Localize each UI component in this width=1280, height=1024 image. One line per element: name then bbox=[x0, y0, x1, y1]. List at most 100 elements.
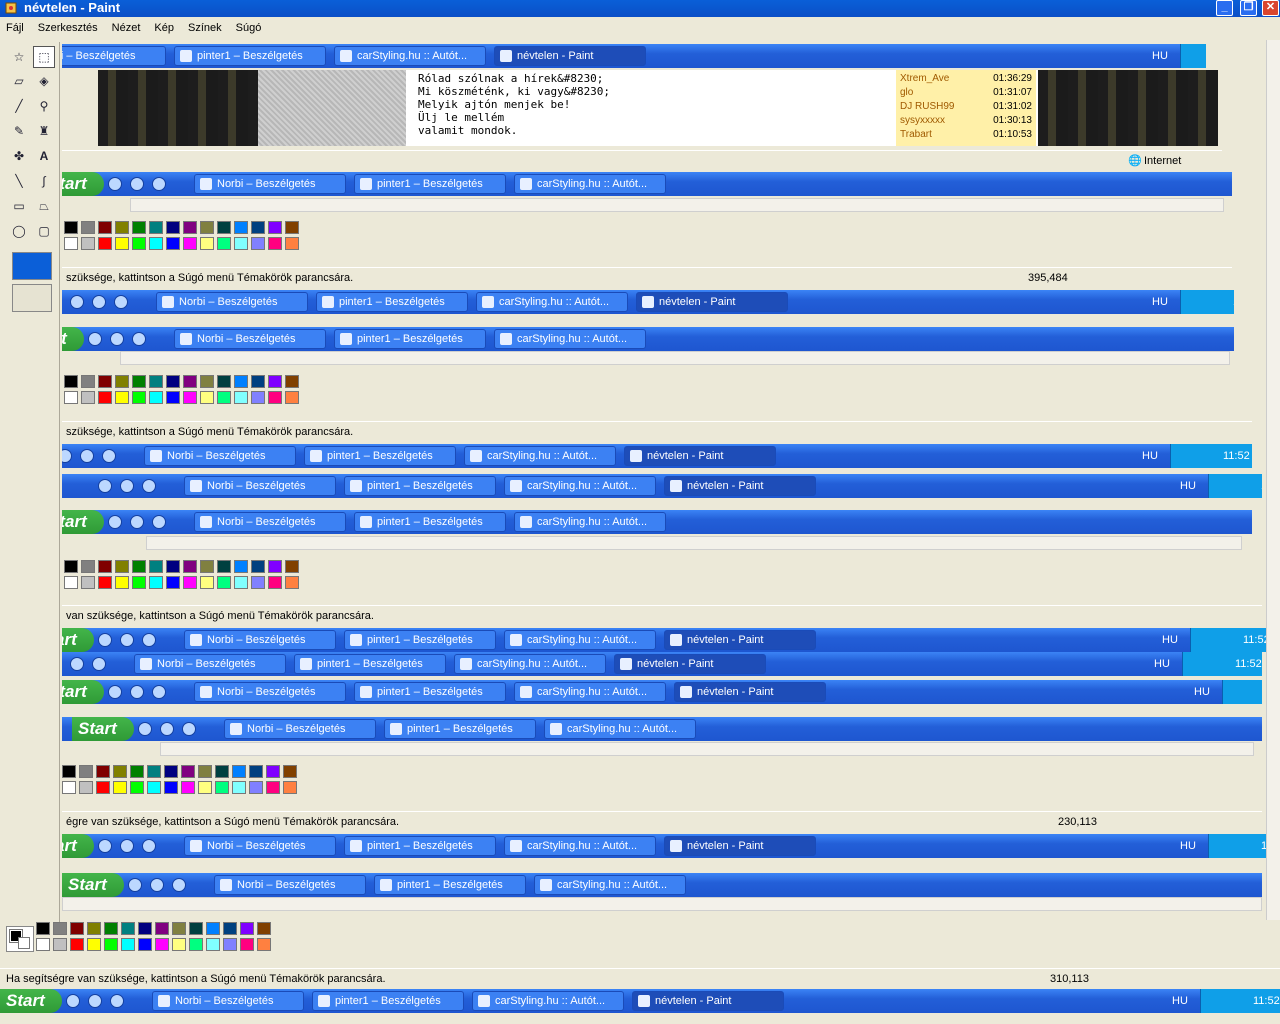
taskbar-task[interactable]: pinter1 – Beszélgetés bbox=[374, 875, 526, 895]
palette-color[interactable] bbox=[217, 375, 231, 388]
taskbar-task[interactable]: névtelen - Paint bbox=[624, 446, 776, 466]
ie-icon[interactable] bbox=[98, 839, 112, 853]
taskbar-task[interactable]: carStyling.hu :: Autót... bbox=[504, 836, 656, 856]
curve-icon[interactable]: ∫ bbox=[33, 170, 55, 192]
palette-color[interactable] bbox=[64, 391, 78, 404]
start-button[interactable]: Start bbox=[72, 717, 134, 741]
ie-icon[interactable] bbox=[98, 479, 112, 493]
palette-color[interactable] bbox=[285, 221, 299, 234]
browser-icon[interactable] bbox=[110, 332, 124, 346]
palette-color[interactable] bbox=[147, 765, 161, 778]
minimize-button[interactable]: _ bbox=[1216, 0, 1233, 16]
palette-color[interactable] bbox=[149, 221, 163, 234]
taskbar-task[interactable]: pinter1 – Beszélgetés bbox=[344, 630, 496, 650]
messenger-icon[interactable] bbox=[152, 515, 166, 529]
palette-color[interactable] bbox=[164, 765, 178, 778]
palette-color[interactable] bbox=[249, 781, 263, 794]
browser-icon[interactable] bbox=[130, 685, 144, 699]
taskbar-task[interactable]: Norbi – Beszélgetés bbox=[184, 476, 336, 496]
palette-color[interactable] bbox=[257, 922, 271, 935]
palette-color[interactable] bbox=[251, 237, 265, 250]
palette-color[interactable] bbox=[251, 391, 265, 404]
palette-color[interactable] bbox=[283, 781, 297, 794]
text-tool-icon[interactable]: A bbox=[33, 145, 55, 167]
palette-color[interactable] bbox=[62, 765, 76, 778]
palette-color[interactable] bbox=[240, 922, 254, 935]
taskbar-task[interactable]: névtelen - Paint bbox=[494, 46, 646, 66]
taskbar-task[interactable]: Norbi – Beszélgetés bbox=[184, 630, 336, 650]
language-indicator[interactable]: HU bbox=[1180, 474, 1196, 498]
list-item[interactable]: Xtrem_Ave 01:36:29 bbox=[900, 72, 1032, 86]
palette-color[interactable] bbox=[172, 938, 186, 951]
palette-color[interactable] bbox=[64, 375, 78, 388]
menu-help[interactable]: Súgó bbox=[236, 22, 262, 34]
taskbar-task[interactable]: Norbi – Beszélgetés bbox=[152, 991, 304, 1011]
language-indicator[interactable]: HU bbox=[1194, 680, 1210, 704]
list-item[interactable]: Trabart 01:10:53 bbox=[900, 128, 1032, 142]
ie-icon[interactable] bbox=[108, 685, 122, 699]
messenger-icon[interactable] bbox=[172, 878, 186, 892]
taskbar-task[interactable]: carStyling.hu :: Autót... bbox=[464, 446, 616, 466]
ie-icon[interactable] bbox=[88, 332, 102, 346]
taskbar-task[interactable]: névtelen - Paint bbox=[674, 682, 826, 702]
language-indicator[interactable]: HU bbox=[1152, 44, 1168, 68]
palette-color[interactable] bbox=[200, 576, 214, 589]
palette-color[interactable] bbox=[232, 781, 246, 794]
taskbar-task[interactable]: pinter1 – Beszélgetés bbox=[354, 512, 506, 532]
messenger-icon[interactable] bbox=[152, 685, 166, 699]
browser-icon[interactable] bbox=[88, 994, 102, 1008]
taskbar-task[interactable]: Norbi – Beszélgetés bbox=[156, 292, 308, 312]
palette-color[interactable] bbox=[115, 391, 129, 404]
palette-color[interactable] bbox=[113, 765, 127, 778]
ie-icon[interactable] bbox=[98, 633, 112, 647]
menu-file[interactable]: Fájl bbox=[6, 22, 24, 34]
palette-color[interactable] bbox=[249, 765, 263, 778]
palette-color[interactable] bbox=[115, 237, 129, 250]
taskbar-task[interactable]: névtelen - Paint bbox=[664, 476, 816, 496]
start-button[interactable]: Start bbox=[62, 172, 104, 196]
palette-color[interactable] bbox=[217, 576, 231, 589]
palette-color[interactable] bbox=[149, 576, 163, 589]
palette-color[interactable] bbox=[251, 221, 265, 234]
palette-color[interactable] bbox=[36, 922, 50, 935]
palette-color[interactable] bbox=[115, 576, 129, 589]
palette-color[interactable] bbox=[36, 938, 50, 951]
palette-color[interactable] bbox=[104, 922, 118, 935]
taskbar-task[interactable]: pinter1 – Beszélgetés bbox=[316, 292, 468, 312]
ie-icon[interactable] bbox=[138, 722, 152, 736]
palette-color[interactable] bbox=[240, 938, 254, 951]
language-indicator[interactable]: HU bbox=[1152, 290, 1168, 314]
palette-color[interactable] bbox=[285, 375, 299, 388]
palette-color[interactable] bbox=[87, 922, 101, 935]
taskbar-task[interactable]: Norbi – Beszélgetés bbox=[194, 512, 346, 532]
palette-color[interactable] bbox=[81, 375, 95, 388]
palette-color[interactable] bbox=[98, 576, 112, 589]
palette-color[interactable] bbox=[268, 375, 282, 388]
line-icon[interactable]: ╲ bbox=[8, 170, 30, 192]
taskbar-task[interactable]: Norbi – Beszélgetés bbox=[174, 329, 326, 349]
palette-color[interactable] bbox=[234, 237, 248, 250]
palette-color[interactable] bbox=[223, 938, 237, 951]
free-select-icon[interactable]: ☆ bbox=[8, 46, 30, 68]
browser-icon[interactable] bbox=[130, 515, 144, 529]
browser-icon[interactable] bbox=[160, 722, 174, 736]
palette-color[interactable] bbox=[70, 922, 84, 935]
palette-color[interactable] bbox=[285, 576, 299, 589]
taskbar-task[interactable]: pinter1 – Beszélgetés bbox=[344, 836, 496, 856]
palette-color[interactable] bbox=[79, 781, 93, 794]
palette-color[interactable] bbox=[87, 938, 101, 951]
palette-color[interactable] bbox=[115, 560, 129, 573]
palette-color[interactable] bbox=[181, 765, 195, 778]
palette-color[interactable] bbox=[217, 221, 231, 234]
palette-color[interactable] bbox=[132, 375, 146, 388]
palette-color[interactable] bbox=[70, 938, 84, 951]
palette-color[interactable] bbox=[266, 781, 280, 794]
palette-color[interactable] bbox=[138, 922, 152, 935]
palette-color[interactable] bbox=[81, 391, 95, 404]
palette-color[interactable] bbox=[285, 237, 299, 250]
taskbar-task[interactable]: pinter1 – Beszélgetés bbox=[334, 329, 486, 349]
palette-color[interactable] bbox=[234, 391, 248, 404]
rounded-rect-icon[interactable]: ▢ bbox=[33, 220, 55, 242]
taskbar-task[interactable]: pinter1 – Beszélgetés bbox=[174, 46, 326, 66]
taskbar-task[interactable]: carStyling.hu :: Autót... bbox=[494, 329, 646, 349]
